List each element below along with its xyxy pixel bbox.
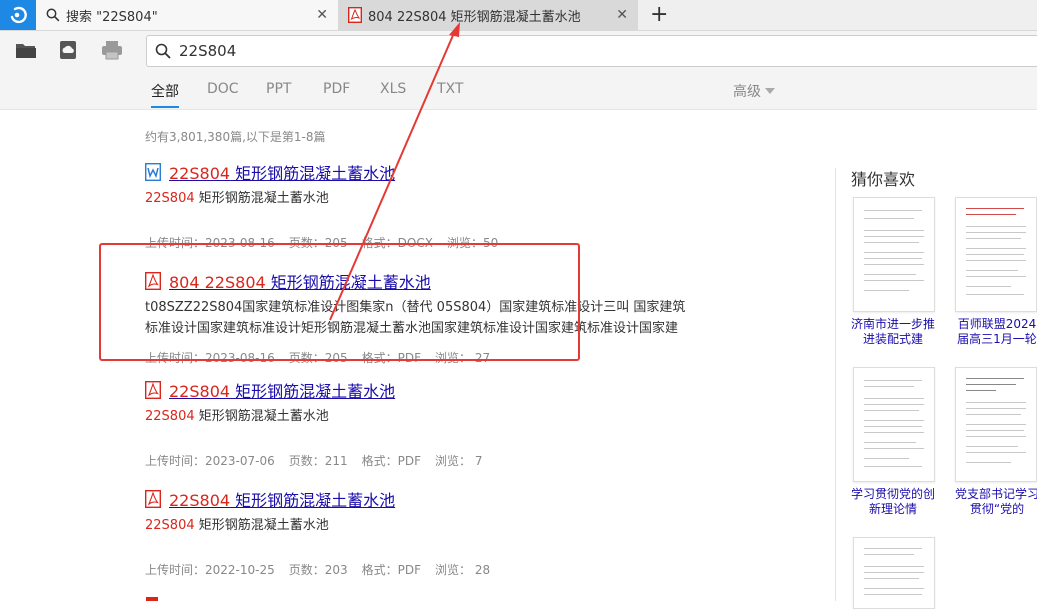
upload-date: 上传时间：2022-10-25 (145, 563, 275, 577)
title-text: 矩形钢筋混凝土蓄水池 (230, 491, 396, 510)
doc-thumbnail[interactable] (853, 537, 935, 609)
result-snippet: 22S804 矩形钢筋混凝土蓄水池 (145, 406, 705, 427)
advanced-label: 高级 (733, 84, 761, 100)
upload-date: 上传时间：2023-07-06 (145, 454, 275, 468)
view-count: 浏览： 7 (435, 454, 483, 468)
cloud-icon[interactable] (58, 40, 80, 60)
result-meta: 上传时间：2022-10-25 页数：203 格式：PDF 浏览： 28 (145, 561, 705, 578)
result-item: 22S804 矩形钢筋混凝土蓄水池 22S804 矩形钢筋混凝土蓄水池 上传时间… (144, 487, 705, 578)
result-item: 22S804 矩形钢筋混凝土蓄水池 22S804 矩形钢筋混凝土蓄水池 上传时间… (144, 160, 705, 251)
tab-search[interactable]: 搜索 "22S804" ✕ (36, 0, 338, 30)
result-meta: 上传时间：2023-07-06 页数：211 格式：PDF 浏览： 7 (145, 452, 705, 469)
result-count: 约有3,801,380篇,以下是第1-8篇 (145, 130, 326, 144)
next-result-icon (146, 597, 158, 601)
new-tab-button[interactable]: + (650, 3, 668, 27)
doc-thumbnail[interactable] (955, 367, 1037, 482)
snippet-text: 矩形钢筋混凝土蓄水池 (194, 191, 329, 206)
snippet-highlight: 22S804 (145, 518, 195, 533)
filter-bar: 全部 DOC PPT PDF XLS TXT 高级 (0, 69, 1037, 110)
close-icon[interactable]: ✕ (616, 7, 628, 23)
title-text: 矩形钢筋混凝土蓄水池 (230, 382, 396, 401)
tab-document-label: 804 22S804 矩形钢筋混凝土蓄水池 (368, 9, 581, 25)
folder-icon[interactable] (15, 40, 37, 60)
file-format: 格式：PDF (361, 563, 422, 577)
filter-tab-xls[interactable]: XLS (380, 81, 406, 97)
tab-bar: 搜索 "22S804" ✕ 804 22S804 矩形钢筋混凝土蓄水池 ✕ + (0, 0, 1037, 31)
result-snippet: 22S804 矩形钢筋混凝土蓄水池 (145, 188, 705, 209)
file-format: 格式：PDF (361, 454, 422, 468)
title-highlight: 22S804 (169, 164, 231, 183)
filter-tab-txt[interactable]: TXT (437, 81, 463, 97)
snippet-text: 矩形钢筋混凝土蓄水池 (194, 518, 329, 533)
filter-tab-doc[interactable]: DOC (207, 81, 239, 97)
filter-tab-pdf[interactable]: PDF (323, 81, 350, 97)
title-text: 矩形钢筋混凝土蓄水池 (230, 164, 396, 183)
title-highlight: 22S804 (169, 382, 231, 401)
word-doc-icon (144, 162, 162, 182)
result-snippet: 22S804 矩形钢筋混凝土蓄水池 (145, 515, 705, 536)
highlight-box (99, 243, 580, 361)
page-count: 页数：211 (288, 454, 348, 468)
pdf-icon (144, 489, 162, 509)
toolbar (0, 31, 1037, 69)
caret-down-icon (765, 88, 775, 94)
view-count: 浏览： 28 (435, 563, 491, 577)
pdf-icon (348, 7, 362, 23)
card-label[interactable]: 学习贯彻党的创新理论情 (851, 487, 935, 517)
sidebar-divider (835, 168, 836, 601)
search-input[interactable] (177, 41, 981, 61)
printer-icon[interactable] (101, 40, 123, 60)
sidebar-title: 猜你喜欢 (851, 170, 916, 189)
card-label[interactable]: 百师联盟2024届高三1月一轮 (955, 317, 1037, 347)
result-item: 22S804 矩形钢筋混凝土蓄水池 22S804 矩形钢筋混凝土蓄水池 上传时间… (144, 378, 705, 469)
result-title-link[interactable]: 22S804 矩形钢筋混凝土蓄水池 (169, 378, 395, 402)
result-title-link[interactable]: 22S804 矩形钢筋混凝土蓄水池 (169, 160, 395, 184)
tab-search-label: 搜索 "22S804" (66, 9, 158, 25)
search-icon (155, 43, 171, 59)
search-bar[interactable] (146, 35, 1037, 67)
tab-document[interactable]: 804 22S804 矩形钢筋混凝土蓄水池 ✕ (338, 0, 638, 30)
card-label-text: 学习贯彻党的创新理论情 (851, 487, 935, 516)
card-label[interactable]: 济南市进一步推进装配式建 (851, 317, 935, 347)
snippet-text: 矩形钢筋混凝土蓄水池 (194, 409, 329, 424)
snippet-highlight: 22S804 (145, 409, 195, 424)
card-label-text: 百师联盟2024届高三1月一轮 (957, 317, 1037, 346)
page-count: 页数：203 (288, 563, 348, 577)
filter-tab-ppt[interactable]: PPT (266, 81, 291, 97)
pdf-icon (144, 380, 162, 400)
card-label[interactable]: 党支部书记学习贯彻“党的 (955, 487, 1037, 517)
title-highlight: 22S804 (169, 491, 231, 510)
app-logo-icon[interactable] (0, 0, 36, 30)
filter-tab-all[interactable]: 全部 (151, 81, 179, 108)
card-label-text: 党支部书记学习贯彻“党的 (955, 487, 1037, 516)
snippet-highlight: 22S804 (145, 191, 195, 206)
result-title-link[interactable]: 22S804 矩形钢筋混凝土蓄水池 (169, 487, 395, 511)
card-label-text: 济南市进一步推进装配式建 (851, 317, 935, 346)
close-icon[interactable]: ✕ (316, 7, 328, 23)
doc-thumbnail[interactable] (955, 197, 1037, 312)
doc-thumbnail[interactable] (853, 197, 935, 312)
advanced-search-dropdown[interactable]: 高级 (733, 81, 775, 101)
doc-thumbnail[interactable] (853, 367, 935, 482)
search-icon (46, 8, 60, 22)
